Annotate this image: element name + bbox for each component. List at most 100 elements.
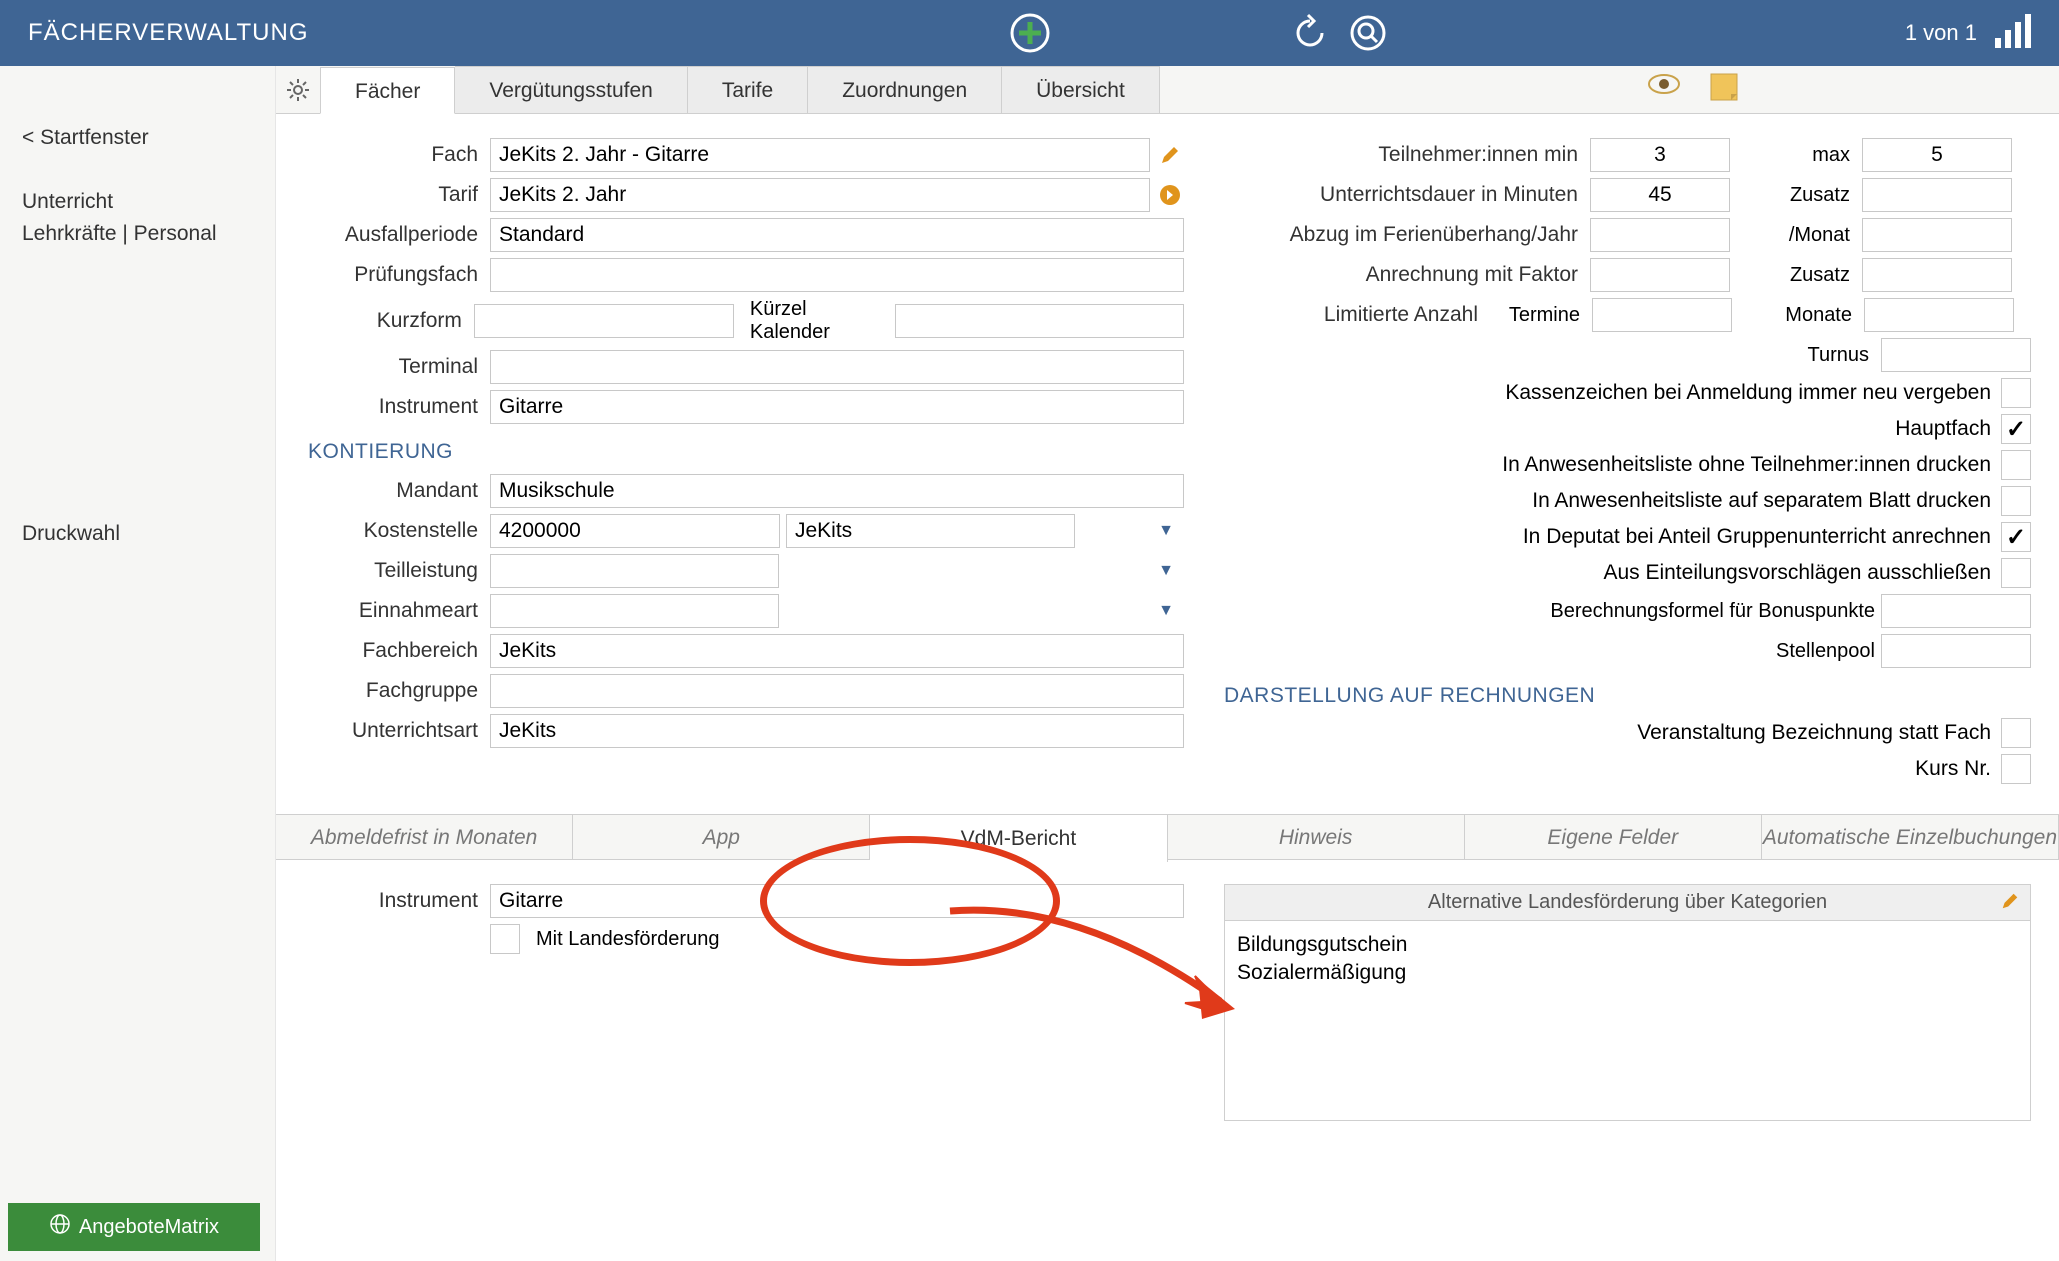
tab-zuordnungen[interactable]: Zuordnungen — [808, 66, 1002, 113]
kosten-num-input[interactable] — [490, 514, 780, 548]
pencil-icon[interactable] — [2000, 891, 2020, 917]
sub-right: Alternative Landesförderung über Kategor… — [1224, 884, 2031, 1121]
einnahme-label: Einnahmeart — [304, 599, 484, 623]
fachgruppe-input[interactable] — [490, 674, 1184, 708]
fach-input[interactable] — [490, 138, 1150, 172]
nav-back[interactable]: < Startfenster — [22, 126, 253, 150]
list-item[interactable]: Sozialermäßigung — [1237, 961, 2018, 985]
cb-landes-label: Mit Landesförderung — [536, 928, 719, 951]
teiln-max-input[interactable] — [1862, 138, 2012, 172]
kosten-name-select[interactable] — [786, 514, 1075, 548]
alt-landes-title: Alternative Landesförderung über Kategor… — [1428, 891, 1827, 914]
subtab-auto[interactable]: Automatische Einzelbuchungen — [1762, 815, 2059, 859]
pencil-icon[interactable] — [1156, 141, 1184, 169]
monate-label: Monate — [1738, 304, 1858, 327]
abzug-input[interactable] — [1590, 218, 1730, 252]
cb-deputat-label: In Deputat bei Anteil Gruppenunterricht … — [1523, 525, 1991, 549]
add-icon[interactable] — [1009, 12, 1051, 54]
list-item[interactable]: Bildungsgutschein — [1237, 933, 2018, 957]
pruef-input[interactable] — [490, 258, 1184, 292]
app-header: FÄCHERVERWALTUNG 1 von 1 — [0, 0, 2059, 66]
cb-hauptfach-label: Hauptfach — [1895, 417, 1991, 441]
tab-verguetung[interactable]: Vergütungsstufen — [455, 66, 687, 113]
subtab-app[interactable]: App — [573, 815, 870, 859]
tarif-input[interactable] — [490, 178, 1150, 212]
header-right: 1 von 1 — [1905, 14, 2031, 52]
teiln-min-input[interactable] — [1590, 138, 1730, 172]
tab-faecher[interactable]: Fächer — [320, 67, 455, 114]
monat-input[interactable] — [1862, 218, 2012, 252]
subtabs: Abmeldefrist in Monaten App VdM-Bericht … — [276, 814, 2059, 860]
anrech-input[interactable] — [1590, 258, 1730, 292]
zusatz-input[interactable] — [1862, 178, 2012, 212]
instrument-input[interactable] — [490, 390, 1184, 424]
subtab-content: Instrument Mit Landesförderung Alternati… — [276, 860, 2059, 1145]
gear-icon[interactable] — [276, 66, 320, 113]
nav-druckwahl[interactable]: Druckwahl — [22, 522, 253, 546]
alt-landes-body: Bildungsgutschein Sozialermäßigung — [1224, 921, 2031, 1121]
refresh-icon[interactable] — [1290, 13, 1330, 53]
monat-label: /Monat — [1736, 224, 1856, 247]
note-icon[interactable] — [1709, 72, 1739, 108]
cb-kassenzeichen[interactable] — [2001, 378, 2031, 408]
cb-anwesen2-label: In Anwesenheitsliste auf separatem Blatt… — [1532, 489, 1991, 513]
cb-anwesen1[interactable] — [2001, 450, 2031, 480]
dauer-input[interactable] — [1590, 178, 1730, 212]
signal-icon[interactable] — [1993, 14, 2031, 52]
mandant-input[interactable] — [490, 474, 1184, 508]
chevron-down-icon: ▼ — [1158, 522, 1174, 540]
nav-unterricht[interactable]: Unterricht — [22, 190, 253, 214]
chevron-down-icon: ▼ — [1158, 562, 1174, 580]
kosten-label: Kostenstelle — [304, 519, 484, 543]
tab-right-icons — [1647, 72, 2059, 108]
chevron-down-icon: ▼ — [1158, 602, 1174, 620]
angebote-matrix-button[interactable]: AngeboteMatrix — [8, 1203, 260, 1251]
turnus-input[interactable] — [1881, 338, 2031, 372]
tab-tarife[interactable]: Tarife — [688, 66, 808, 113]
subtab-eigene[interactable]: Eigene Felder — [1465, 815, 1762, 859]
fachbereich-input[interactable] — [490, 634, 1184, 668]
cb-deputat[interactable]: ✓ — [2001, 522, 2031, 552]
termine-input[interactable] — [1592, 298, 1732, 332]
cb-landes[interactable] — [490, 924, 520, 954]
unterrichtsart-label: Unterrichtsart — [304, 719, 484, 743]
fach-label: Fach — [304, 143, 484, 167]
eye-icon[interactable] — [1647, 72, 1681, 108]
max-label: max — [1736, 144, 1856, 167]
cb-einteil[interactable] — [2001, 558, 2031, 588]
right-column: Teilnehmer:innen min max Unterrichtsdaue… — [1224, 138, 2031, 790]
subtab-vdm[interactable]: VdM-Bericht — [870, 814, 1167, 862]
ausfall-input[interactable] — [490, 218, 1184, 252]
limit-label: Limitierte Anzahl — [1224, 303, 1484, 327]
search-icon[interactable] — [1348, 13, 1388, 53]
tab-uebersicht[interactable]: Übersicht — [1002, 66, 1160, 113]
einnahme-select[interactable] — [490, 594, 779, 628]
cb-anwesen2[interactable] — [2001, 486, 2031, 516]
cb-hauptfach[interactable]: ✓ — [2001, 414, 2031, 444]
cb-veranst[interactable] — [2001, 718, 2031, 748]
zusatz2-input[interactable] — [1862, 258, 2012, 292]
pruef-label: Prüfungsfach — [304, 263, 484, 287]
teill-label: Teilleistung — [304, 559, 484, 583]
main-tabs: Fächer Vergütungsstufen Tarife Zuordnung… — [276, 66, 2059, 114]
subtab-abmelde[interactable]: Abmeldefrist in Monaten — [276, 815, 573, 859]
sub-instrument-label: Instrument — [304, 889, 484, 913]
page-title: FÄCHERVERWALTUNG — [28, 19, 308, 47]
cb-kursnr[interactable] — [2001, 754, 2031, 784]
kuerzel-input[interactable] — [895, 304, 1184, 338]
sub-instrument-input[interactable] — [490, 884, 1184, 918]
kurz-input[interactable] — [474, 304, 734, 338]
terminal-input[interactable] — [490, 350, 1184, 384]
monate-input[interactable] — [1864, 298, 2014, 332]
ausfall-label: Ausfallperiode — [304, 223, 484, 247]
subtab-hinweis[interactable]: Hinweis — [1168, 815, 1465, 859]
bonus-input[interactable] — [1881, 594, 2031, 628]
pool-input[interactable] — [1881, 634, 2031, 668]
bonus-label: Berechnungsformel für Bonuspunkte — [1550, 600, 1875, 623]
anrech-label: Anrechnung mit Faktor — [1224, 263, 1584, 287]
goto-icon[interactable] — [1156, 181, 1184, 209]
unterrichtsart-input[interactable] — [490, 714, 1184, 748]
alt-landes-header: Alternative Landesförderung über Kategor… — [1224, 884, 2031, 921]
teill-select[interactable] — [490, 554, 779, 588]
nav-lehrkraefte[interactable]: Lehrkräfte | Personal — [22, 222, 253, 246]
